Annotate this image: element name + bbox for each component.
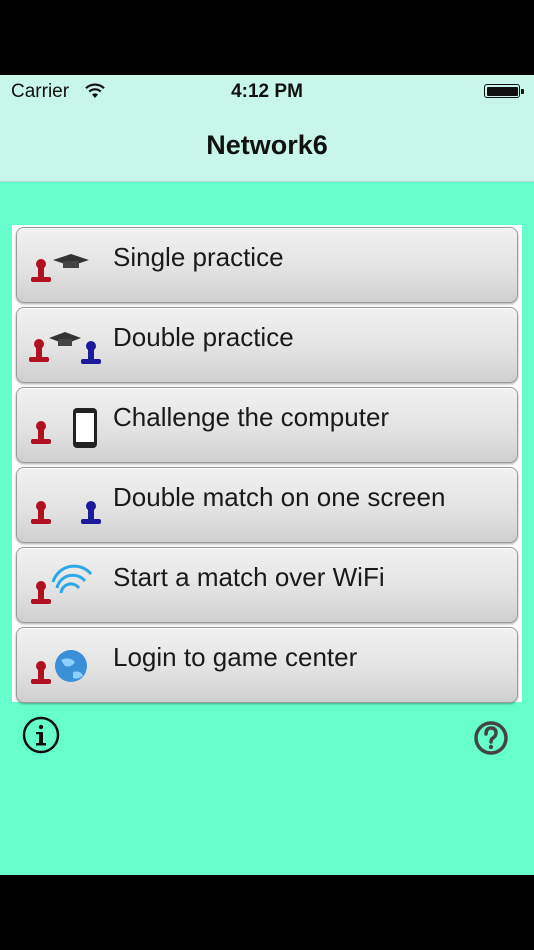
main-menu: Single practice Double practice Challeng… <box>12 225 522 703</box>
menu-item-label: Login to game center <box>113 642 358 672</box>
info-icon[interactable] <box>22 716 60 754</box>
battery-icon <box>484 84 524 98</box>
navigation-bar: Carrier 4:12 PM Network6 <box>0 75 534 182</box>
help-icon[interactable] <box>472 719 510 757</box>
menu-item-label: Double match on one screen <box>113 482 446 512</box>
red-vs-blue-player-icon <box>31 501 101 524</box>
clock: 4:12 PM <box>231 81 303 102</box>
challenge-computer-button[interactable]: Challenge the computer <box>16 387 518 463</box>
double-practice-button[interactable]: Double practice <box>16 307 518 383</box>
player-wifi-icon <box>31 564 93 604</box>
menu-item-label: Double practice <box>113 322 294 352</box>
app-screen: Carrier 4:12 PM Network6 Single practice <box>0 75 534 875</box>
double-match-button[interactable]: Double match on one screen <box>16 467 518 543</box>
player-vs-phone-icon <box>31 408 97 448</box>
menu-item-label: Challenge the computer <box>113 402 390 432</box>
game-center-login-button[interactable]: Login to game center <box>16 627 518 703</box>
menu-item-label: Single practice <box>113 242 284 272</box>
two-players-with-grad-cap-icon <box>29 332 101 364</box>
page-title: Network6 <box>206 130 328 160</box>
player-with-grad-cap-icon <box>31 254 89 282</box>
wifi-match-button[interactable]: Start a match over WiFi <box>16 547 518 623</box>
letterbox-bottom <box>0 875 534 950</box>
menu-item-label: Start a match over WiFi <box>113 562 385 592</box>
player-globe-icon <box>31 650 87 684</box>
single-practice-button[interactable]: Single practice <box>16 227 518 303</box>
